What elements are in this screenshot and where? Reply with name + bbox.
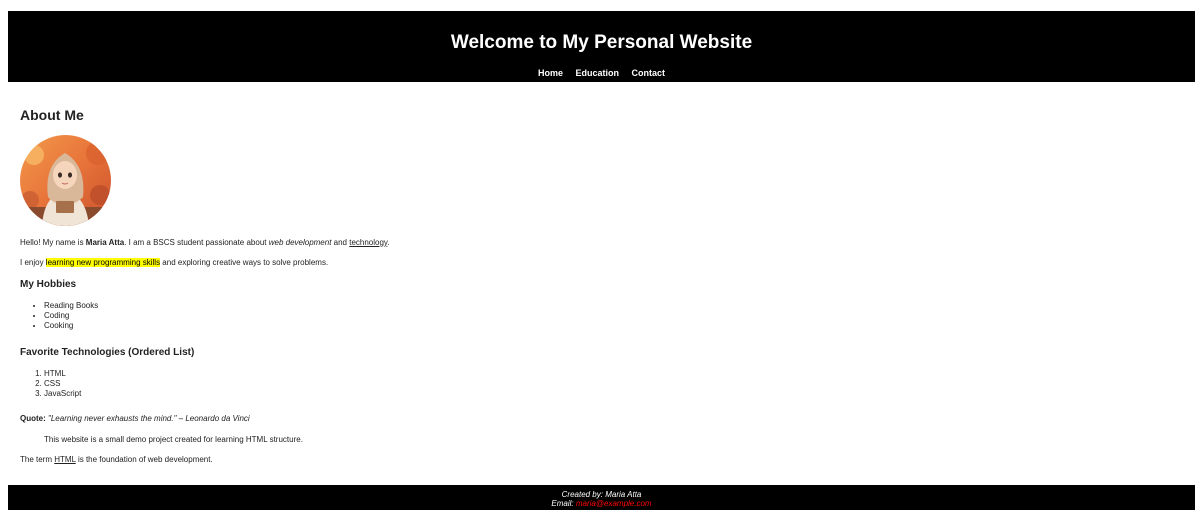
term-text: The term: [20, 455, 55, 464]
intro-text: and: [331, 238, 350, 247]
email-link[interactable]: maria@example.com: [576, 499, 652, 508]
footer-email-line: Email: maria@example.com: [8, 499, 1195, 508]
technologies-heading: Favorite Technologies (Ordered List): [20, 347, 195, 358]
intro-paragraph-2: I enjoy learning new programming skills …: [20, 257, 328, 268]
footer-email-label: Email:: [551, 499, 576, 508]
list-item: CSS: [44, 379, 81, 389]
list-item: Reading Books: [44, 301, 98, 311]
site-footer: Created by: Maria Atta Email: maria@exam…: [8, 485, 1195, 510]
emphasis-text: web development: [268, 238, 332, 247]
profile-avatar: [20, 135, 111, 226]
hobbies-list: Reading Books Coding Cooking: [20, 301, 98, 331]
term-paragraph: The term HTML is the foundation of web d…: [20, 454, 213, 465]
list-item: JavaScript: [44, 389, 81, 399]
quote-text: "Learning never exhausts the mind." – Le…: [48, 414, 250, 423]
nav-home-link[interactable]: Home: [538, 68, 563, 78]
intro-text: I enjoy: [20, 258, 46, 267]
technologies-list: HTML CSS JavaScript: [20, 369, 81, 399]
about-heading: About Me: [20, 107, 84, 123]
footer-created-by: Created by: Maria Atta: [561, 490, 642, 499]
nav-contact-link[interactable]: Contact: [632, 68, 666, 78]
intro-text: Hello! My name is: [20, 238, 86, 247]
site-header: Welcome to My Personal Website Home Educ…: [8, 11, 1195, 82]
intro-text: and exploring creative ways to solve pro…: [160, 258, 329, 267]
main-nav: Home Education Contact: [8, 67, 1195, 79]
quote-label: Quote:: [20, 414, 46, 423]
list-item: Coding: [44, 311, 98, 321]
intro-paragraph-1: Hello! My name is Maria Atta. I am a BSC…: [20, 237, 390, 248]
main-content: About Me Hello! My name is Maria Atta. I…: [20, 107, 920, 464]
author-name: Maria Atta: [85, 238, 125, 247]
avatar-illustration: [20, 135, 111, 226]
footer-content: Created by: Maria Atta Email: maria@exam…: [8, 485, 1195, 508]
highlighted-text: learning new programming skills: [45, 258, 161, 267]
quote-block: Quote: "Learning never exhausts the mind…: [20, 413, 250, 424]
html-abbr: HTML: [54, 455, 76, 464]
nav-education-link[interactable]: Education: [576, 68, 620, 78]
page-title: Welcome to My Personal Website: [450, 32, 753, 53]
list-item: Cooking: [44, 321, 98, 331]
list-item: HTML: [44, 369, 81, 379]
intro-text: . I am a BSCS student passionate about: [124, 238, 269, 247]
term-text: is the foundation of web development.: [75, 455, 213, 464]
page: Welcome to My Personal Website Home Educ…: [0, 0, 1203, 510]
hobbies-heading: My Hobbies: [20, 279, 77, 290]
underlined-text: technology: [349, 238, 388, 247]
intro-text: .: [387, 238, 390, 247]
demo-paragraph: This website is a small demo project cre…: [44, 435, 303, 444]
